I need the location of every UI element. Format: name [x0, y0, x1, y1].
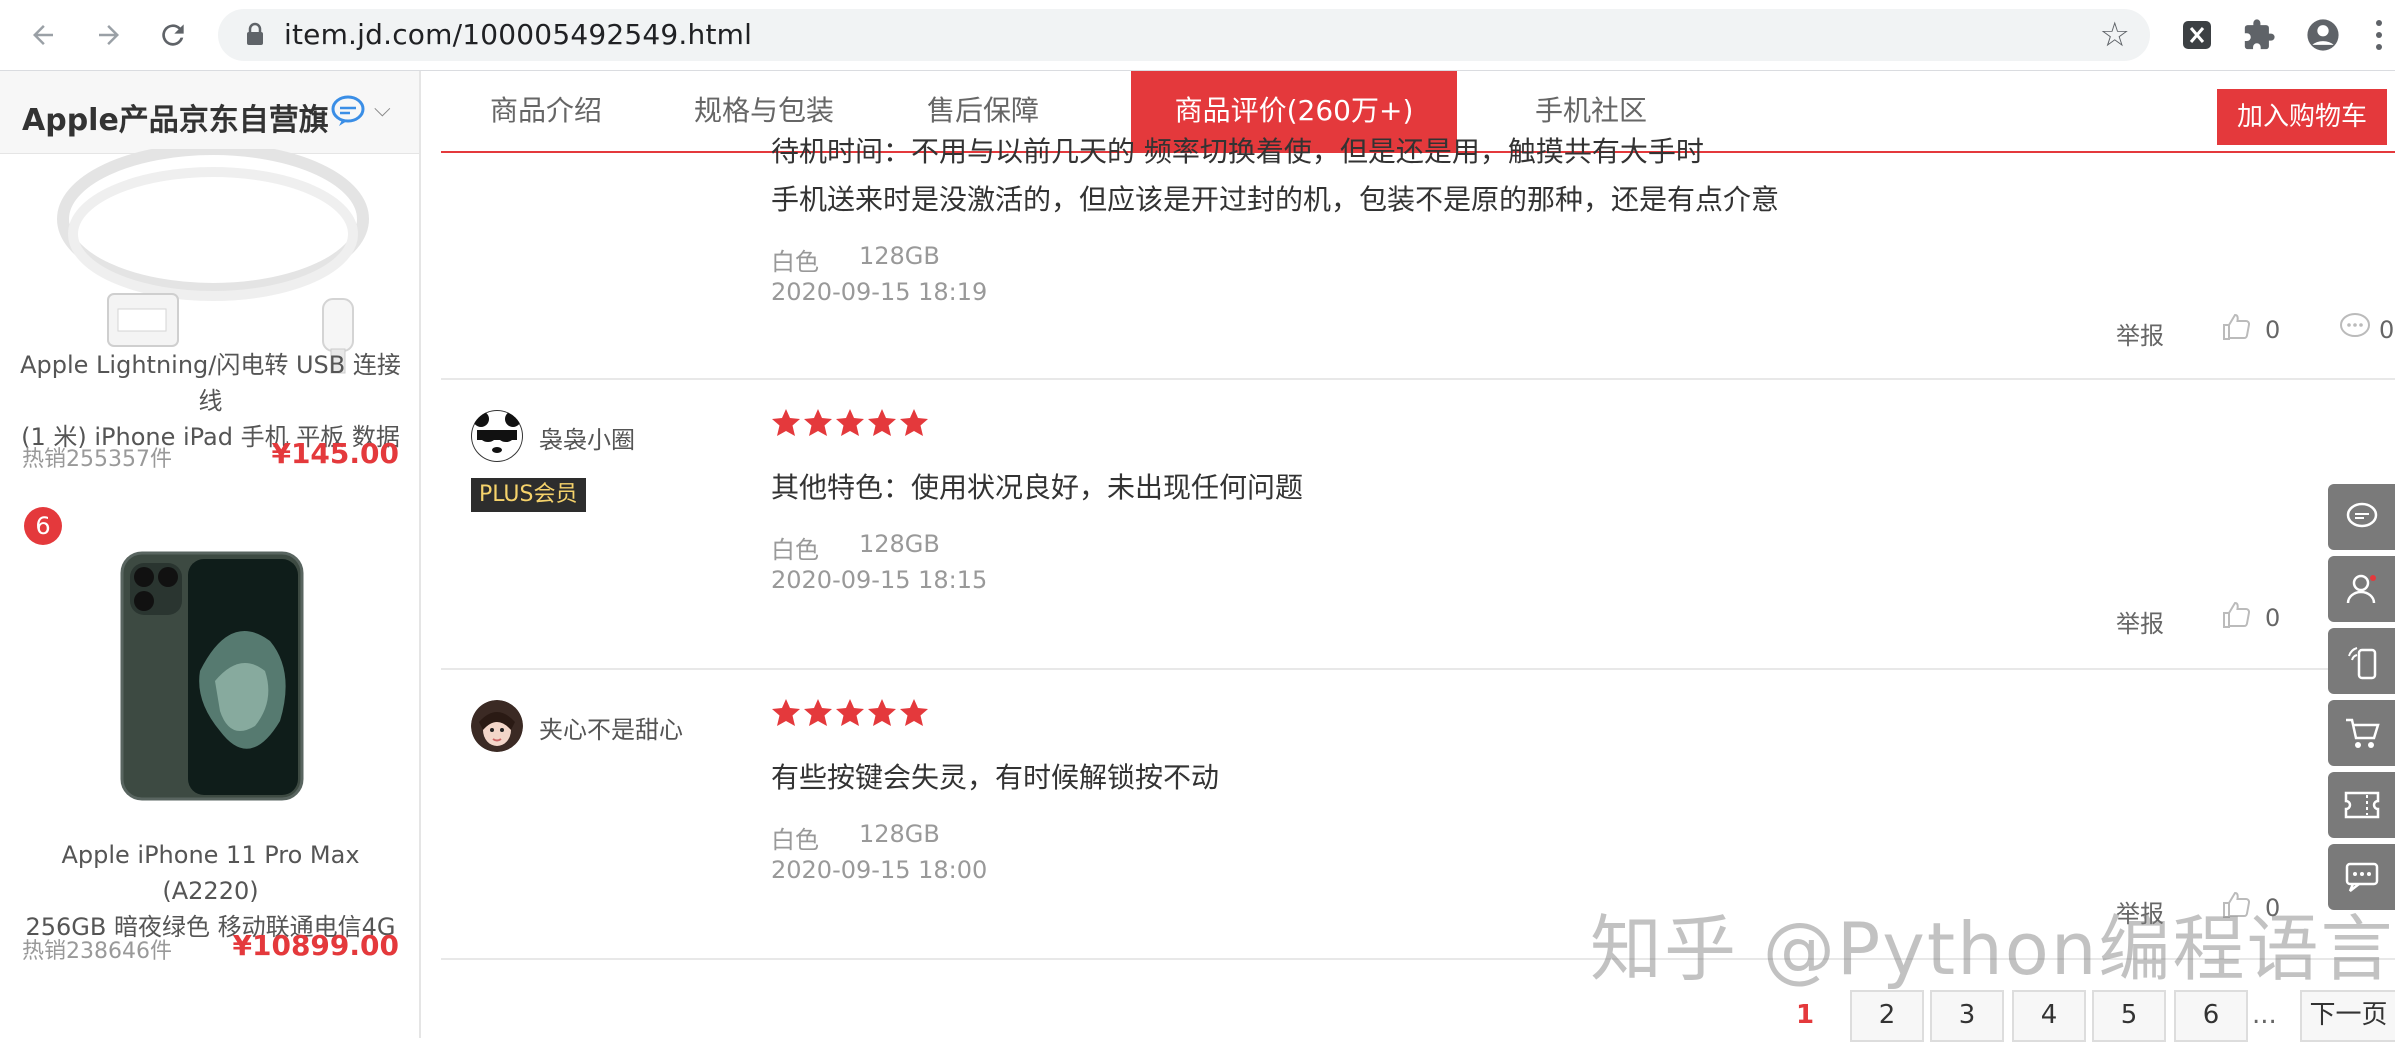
product-title-line[interactable]: Apple iPhone 11 Pro Max (A2220) [18, 837, 403, 909]
review-cut-line: 待机时间：不用与以前几天的 频率切换着使，但是还是用，触摸共有大手时 [771, 135, 1704, 168]
url-text: item.jd.com/100005492549.html [284, 18, 753, 51]
page-ellipsis: ... [2252, 1000, 2277, 1030]
shop-name[interactable]: Apple产品京东自营旗 [22, 95, 329, 139]
forward-button[interactable] [88, 14, 130, 56]
like-count: 0 [2265, 604, 2281, 632]
toolbar-mobile-button[interactable] [2328, 628, 2395, 694]
star-icon [900, 699, 928, 726]
rank-badge: 6 [24, 507, 62, 545]
chat-bubble-icon [2346, 502, 2377, 528]
panda-avatar-icon [471, 410, 523, 462]
star-icon [804, 699, 832, 726]
extension-x-icon[interactable] [2180, 18, 2214, 52]
star-icon [868, 409, 896, 436]
star-icon [772, 409, 800, 436]
star-icon [868, 699, 896, 726]
shop-header[interactable]: Apple产品京东自营旗 ⌵ [0, 71, 419, 154]
product-price: ¥145.00 [271, 437, 399, 470]
thumbs-up-icon[interactable] [2221, 600, 2251, 630]
product-price: ¥10899.00 [232, 929, 400, 962]
comment-bubble-icon[interactable] [2339, 312, 2371, 342]
toolbar-cart-button[interactable] [2328, 700, 2395, 766]
user-avatar[interactable] [471, 700, 523, 752]
comment-count: 0 [2379, 316, 2395, 344]
review-content: 手机送来时是没激活的，但应该是开过封的机，包装不是原的那种，还是有点介意 [771, 183, 1780, 216]
profile-avatar-icon[interactable] [2306, 18, 2340, 52]
chat-bubble-icon[interactable] [330, 93, 366, 129]
reload-icon [162, 24, 184, 46]
browser-toolbar: item.jd.com/100005492549.html ☆ [0, 0, 2395, 71]
review-item: 待机时间：不用与以前几天的 频率切换着使，但是还是用，触摸共有大手时 手机送来时… [441, 135, 2395, 380]
review-spec-storage: 128GB [859, 530, 940, 558]
page-current[interactable]: 1 [1796, 1000, 1814, 1030]
toolbar-chat-button[interactable] [2328, 484, 2395, 550]
watermark: 知乎 @Python编程语言 [1590, 907, 2395, 991]
message-icon [2345, 862, 2378, 892]
star-icon [836, 409, 864, 436]
hot-sales-count: 热销255357件 [22, 447, 172, 472]
user-icon [2346, 574, 2376, 604]
reload-button[interactable] [152, 14, 194, 56]
star-icon [900, 409, 928, 436]
shopping-cart-icon [2345, 718, 2380, 748]
arrow-left-icon [33, 25, 53, 45]
user-name[interactable]: 夹心不是甜心 [539, 710, 683, 745]
arrow-right-icon [99, 25, 119, 45]
thumbs-up-icon[interactable] [2221, 312, 2251, 342]
star-icon [772, 699, 800, 726]
page-link[interactable]: 6 [2174, 990, 2248, 1042]
lock-icon [247, 22, 263, 45]
review-content: 其他特色：使用状况良好，未出现任何问题 [771, 471, 1304, 504]
review-time: 2020-09-15 18:19 [771, 278, 988, 306]
ticket-icon [2344, 791, 2379, 819]
toolbar-ticket-button[interactable] [2328, 772, 2395, 838]
review-time: 2020-09-15 18:00 [771, 856, 988, 884]
review-item: 袅袅小圈 PLUS会员 其他特色：使用状况良好，未出现任何问题 白色 128GB… [441, 378, 2395, 670]
user-name[interactable]: 袅袅小圈 [539, 420, 635, 455]
product-title-line[interactable]: Apple Lightning/闪电转 USB 连接线 [18, 347, 403, 419]
address-bar[interactable]: item.jd.com/100005492549.html ☆ [218, 9, 2150, 61]
page-link[interactable]: 4 [2012, 990, 2086, 1042]
page-link[interactable]: 3 [1930, 990, 2004, 1042]
shop-sidebar: Apple产品京东自营旗 ⌵ Apple Lightning/闪电转 USB 连… [0, 71, 421, 1038]
chevron-down-icon[interactable]: ⌵ [374, 97, 391, 122]
bookmark-star-icon[interactable]: ☆ [2100, 15, 2130, 55]
back-button[interactable] [22, 14, 64, 56]
review-spec-color: 白色 [771, 248, 819, 276]
menu-dots-icon[interactable] [2376, 18, 2386, 52]
plus-member-badge: PLUS会员 [471, 478, 586, 512]
toolbar-account-button[interactable] [2328, 556, 2395, 622]
iphone-product-image[interactable] [120, 551, 304, 801]
like-count: 0 [2265, 316, 2281, 344]
page-link[interactable]: 2 [1850, 990, 1924, 1042]
review-spec-color: 白色 [771, 826, 819, 854]
rating-stars [771, 408, 931, 438]
review-spec-storage: 128GB [859, 242, 940, 270]
next-page-button[interactable]: 下一页 [2300, 990, 2395, 1042]
girl-avatar-icon [471, 700, 523, 752]
report-link[interactable]: 举报 [2116, 604, 2164, 639]
review-spec-color: 白色 [771, 536, 819, 564]
report-link[interactable]: 举报 [2116, 316, 2164, 351]
star-icon [836, 699, 864, 726]
review-spec-storage: 128GB [859, 820, 940, 848]
tab-intro[interactable]: 商品介绍 [441, 71, 651, 151]
page-link[interactable]: 5 [2092, 990, 2166, 1042]
review-time: 2020-09-15 18:15 [771, 566, 988, 594]
user-avatar[interactable] [471, 410, 523, 462]
rating-stars [771, 698, 931, 728]
mobile-phone-icon [2347, 647, 2376, 680]
star-icon [804, 409, 832, 436]
lightning-cable-image[interactable] [48, 149, 378, 379]
hot-sales-count: 热销238646件 [22, 939, 172, 964]
puzzle-extensions-icon[interactable] [2242, 18, 2276, 52]
review-content: 有些按键会失灵，有时候解锁按不动 [771, 761, 1220, 794]
add-to-cart-button[interactable]: 加入购物车 [2217, 89, 2387, 145]
